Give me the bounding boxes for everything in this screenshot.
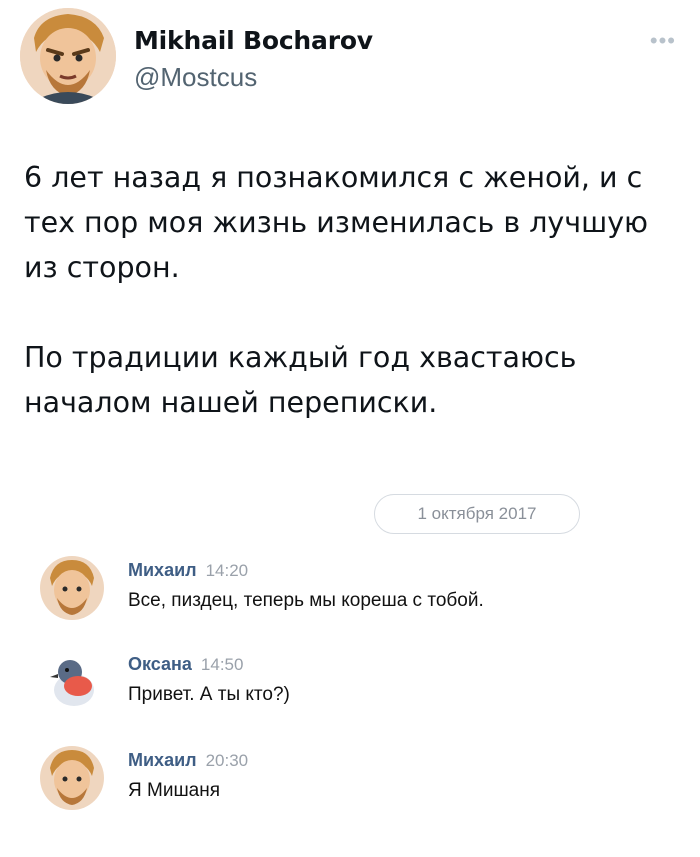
sender-line: Михаил 20:30 — [128, 750, 248, 771]
sender-line: Михаил 14:20 — [128, 560, 248, 581]
tweet-text: 6 лет назад я познакомился с женой, и с … — [24, 155, 684, 425]
tweet-header: Mikhail Bocharov @Mostcus ••• — [20, 8, 680, 108]
sender-avatar — [40, 746, 104, 810]
tweet-paragraph: 6 лет назад я познакомился с женой, и с … — [24, 161, 649, 284]
chat-message: Михаил 14:20 Все, пиздец, теперь мы кореш… — [40, 556, 660, 626]
sender-name[interactable]: Оксана — [128, 654, 192, 674]
chat-screenshot[interactable]: 1 октября 2017 Михаил 14:20 Все, пиздец, … — [0, 480, 700, 857]
chat-message: Оксана 14:50 Привет. А ты кто?) — [40, 650, 660, 720]
message-text: Привет. А ты кто?) — [128, 684, 290, 705]
bird-avatar-icon — [40, 650, 104, 714]
message-time: 14:20 — [205, 561, 249, 580]
sender-name[interactable]: Михаил — [128, 560, 197, 580]
sender-avatar — [40, 650, 104, 714]
message-text: Все, пиздец, теперь мы кореша с тобой. — [128, 590, 484, 611]
author-name[interactable]: Mikhail Bocharov — [134, 26, 373, 55]
message-text: Я Мишаня — [128, 780, 221, 801]
sender-avatar — [40, 556, 104, 620]
message-time: 20:30 — [205, 751, 249, 770]
cartoon-face-avatar-icon — [40, 556, 104, 620]
cartoon-face-avatar-icon — [20, 8, 116, 104]
sender-name[interactable]: Михаил — [128, 750, 197, 770]
author-handle[interactable]: @Mostcus — [134, 62, 257, 93]
author-avatar[interactable] — [20, 8, 116, 104]
cartoon-face-avatar-icon — [40, 746, 104, 810]
tweet-paragraph: По традиции каждый год хвастаюсь началом… — [24, 341, 577, 419]
chat-date-badge: 1 октября 2017 — [374, 494, 580, 534]
more-dots-icon[interactable]: ••• — [650, 28, 676, 54]
chat-message: Михаил 20:30 Я Мишаня — [40, 746, 660, 816]
message-time: 14:50 — [200, 655, 244, 674]
sender-line: Оксана 14:50 — [128, 654, 243, 675]
